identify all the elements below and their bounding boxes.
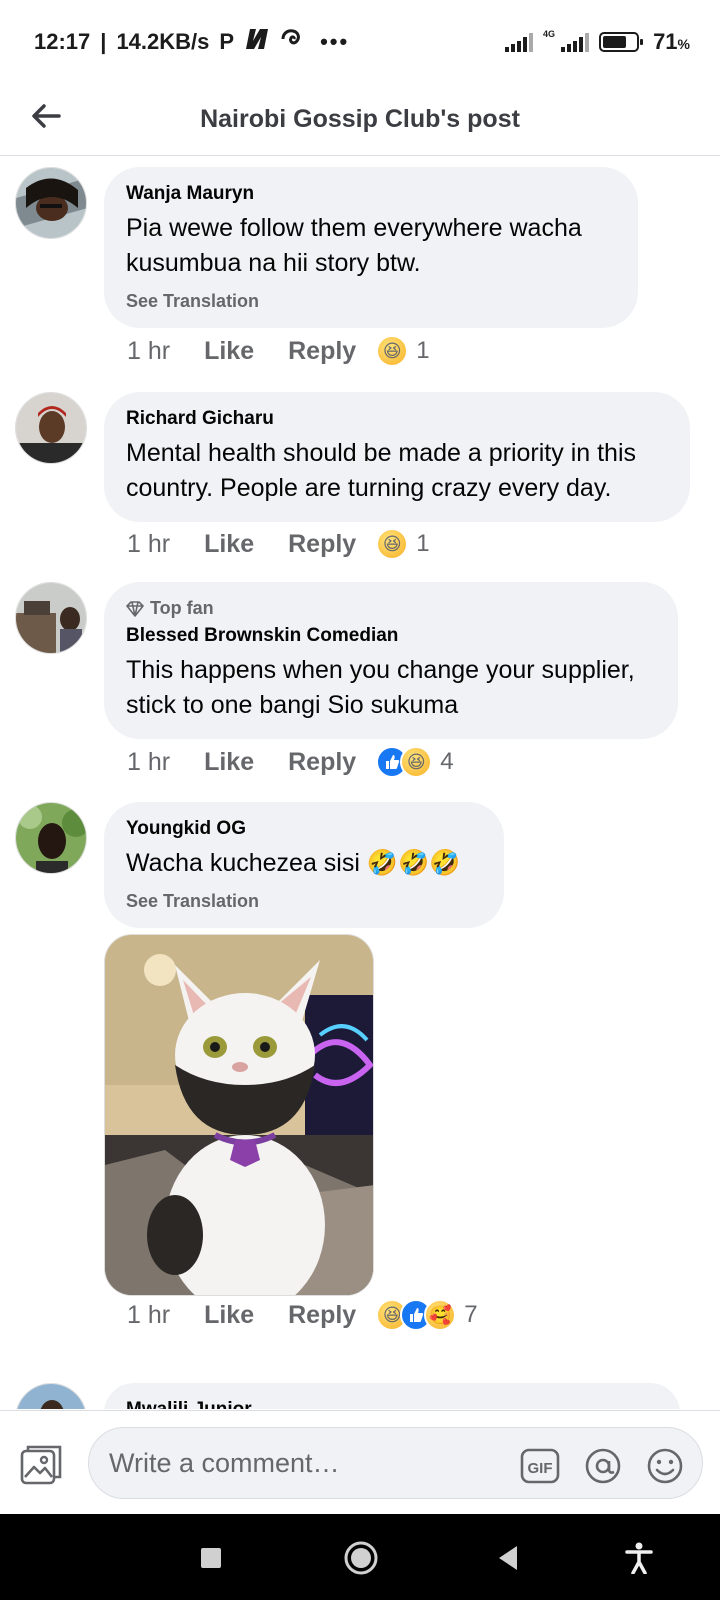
emoji-button[interactable] <box>645 1446 685 1486</box>
reactions-summary[interactable]: 😆 4 <box>376 746 454 778</box>
avatar[interactable] <box>15 1383 87 1409</box>
photo-gallery-button[interactable] <box>20 1443 62 1485</box>
comments-list[interactable]: Wanja Mauryn Pia wewe follow them everyw… <box>0 157 720 1409</box>
app-notification-icon <box>280 28 302 56</box>
gif-button[interactable]: GIF <box>520 1446 560 1486</box>
comment-author[interactable]: Richard Gicharu <box>126 408 668 430</box>
page-title: Nairobi Gossip Club's post <box>200 105 520 133</box>
diamond-icon <box>126 600 144 617</box>
accessibility-icon <box>625 1542 653 1574</box>
reply-button[interactable]: Reply <box>288 748 356 777</box>
status-divider: | <box>100 29 107 54</box>
like-button[interactable]: Like <box>204 1301 254 1330</box>
comment-author[interactable]: Blessed Brownskin Comedian <box>126 625 656 647</box>
battery-percent: 71% <box>653 29 690 54</box>
status-bar: 12:17 | 14.2KB/s P ••• 4G 71% <box>0 0 720 84</box>
like-button[interactable]: Like <box>204 530 254 559</box>
image-icon <box>20 1445 62 1485</box>
see-translation-link[interactable]: See Translation <box>126 891 482 912</box>
svg-text:GIF: GIF <box>528 1460 553 1477</box>
comment-composer: GIF <box>0 1410 720 1513</box>
comment-text: This happens when you change your suppli… <box>126 656 635 719</box>
reaction-count: 7 <box>464 1301 478 1328</box>
app-header: Nairobi Gossip Club's post <box>0 84 720 156</box>
reply-button[interactable]: Reply <box>288 530 356 559</box>
netflix-icon <box>244 28 270 56</box>
battery-icon <box>599 32 644 52</box>
accessibility-button[interactable] <box>618 1537 660 1579</box>
comment-time: 1 hr <box>127 747 171 776</box>
comment-author[interactable]: Mwalili Junior <box>126 1399 658 1409</box>
reply-button[interactable]: Reply <box>288 1301 356 1330</box>
comment-time: 1 hr <box>127 529 171 558</box>
status-time: 12:17 <box>34 29 91 54</box>
triangle-back-icon <box>499 1546 517 1570</box>
comment-bubble[interactable]: Mwalili Junior <box>104 1383 680 1409</box>
like-button[interactable]: Like <box>204 337 254 366</box>
comment-actions: 1 hr Like Reply 😆 4 <box>127 744 454 780</box>
comment-photo-attachment[interactable] <box>104 934 374 1296</box>
comment-actions: 1 hr Like Reply 😆 1 <box>127 333 430 369</box>
comment-actions: 1 hr Like Reply 😆 1 <box>127 526 430 562</box>
comment-author[interactable]: Wanja Mauryn <box>126 183 616 205</box>
avatar[interactable] <box>15 802 87 874</box>
back-button[interactable] <box>26 96 66 136</box>
smiley-icon <box>647 1448 683 1484</box>
back-nav-button[interactable] <box>487 1537 529 1579</box>
gif-icon: GIF <box>520 1448 560 1484</box>
at-sign-icon <box>585 1448 621 1484</box>
signal-icon <box>505 32 534 52</box>
comment-time: 1 hr <box>127 336 171 365</box>
like-button[interactable]: Like <box>204 748 254 777</box>
more-notifications-icon: ••• <box>320 29 350 54</box>
comment-bubble[interactable]: Wanja Mauryn Pia wewe follow them everyw… <box>104 167 638 328</box>
comment-author[interactable]: Youngkid OG <box>126 818 482 840</box>
avatar[interactable] <box>15 582 87 654</box>
see-translation-link[interactable]: See Translation <box>126 291 616 312</box>
status-speed: 14.2KB/s <box>116 29 210 54</box>
haha-reaction-icon: 😆 <box>376 528 409 560</box>
comment-text: Mental health should be made a priority … <box>126 439 637 502</box>
arrow-left-icon <box>32 104 61 128</box>
care-reaction-icon: 🥰 <box>424 1299 457 1331</box>
circle-icon <box>344 1541 378 1575</box>
comment-text: Pia wewe follow them everywhere wacha ku… <box>126 214 582 277</box>
haha-reaction-icon: 😆 <box>400 746 433 778</box>
haha-reaction-icon: 😆 <box>376 335 409 367</box>
signal-4g-icon <box>561 32 590 52</box>
top-fan-badge: Top fan <box>126 598 656 619</box>
reaction-count: 1 <box>416 530 430 557</box>
square-icon <box>201 1548 221 1568</box>
comment-time: 1 hr <box>127 1300 171 1329</box>
comment-actions: 1 hr Like Reply 😆 🥰 7 <box>127 1297 478 1333</box>
reaction-count: 1 <box>416 337 430 364</box>
parking-icon: P <box>219 29 235 54</box>
reactions-summary[interactable]: 😆 1 <box>376 528 430 560</box>
network-type: 4G <box>543 29 556 39</box>
mention-button[interactable] <box>583 1446 623 1486</box>
comment-bubble[interactable]: Top fan Blessed Brownskin Comedian This … <box>104 582 678 739</box>
reactions-summary[interactable]: 😆 1 <box>376 335 430 367</box>
reply-button[interactable]: Reply <box>288 337 356 366</box>
avatar[interactable] <box>15 392 87 464</box>
recent-apps-button[interactable] <box>190 1537 232 1579</box>
reaction-count: 4 <box>440 748 454 775</box>
reactions-summary[interactable]: 😆 🥰 7 <box>376 1299 478 1331</box>
system-navigation-bar <box>0 1514 720 1600</box>
comment-bubble[interactable]: Richard Gicharu Mental health should be … <box>104 392 690 522</box>
avatar[interactable] <box>15 167 87 239</box>
comment-bubble[interactable]: Youngkid OG Wacha kuchezea sisi 🤣🤣🤣 See … <box>104 802 504 928</box>
home-button[interactable] <box>340 1537 382 1579</box>
comment-text: Wacha kuchezea sisi 🤣🤣🤣 <box>126 849 461 877</box>
